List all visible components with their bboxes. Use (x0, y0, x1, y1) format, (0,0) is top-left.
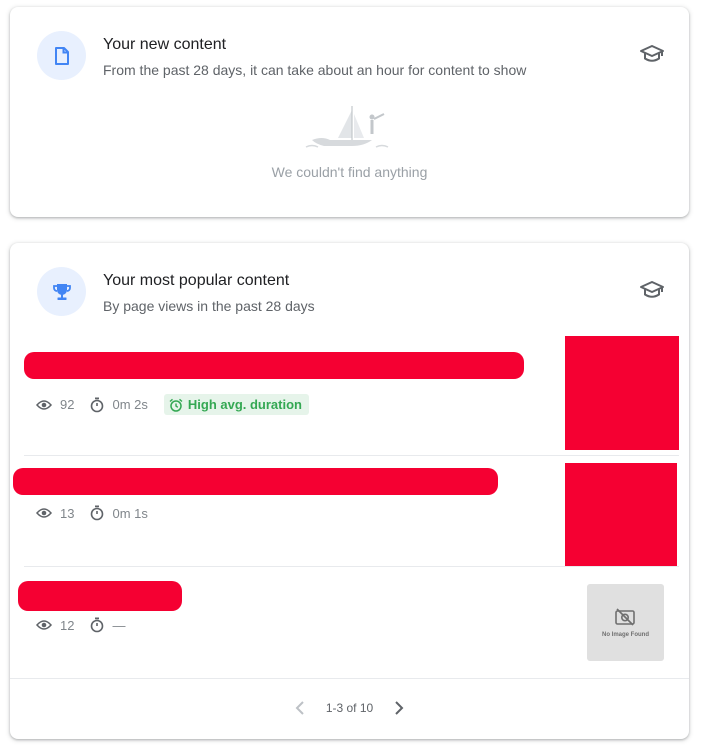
redacted-title[interactable] (24, 352, 524, 379)
pagination-label: 1-3 of 10 (325, 701, 374, 715)
redacted-thumbnail[interactable] (565, 463, 677, 566)
chevron-right-icon (395, 701, 404, 715)
no-image-icon (615, 608, 635, 626)
empty-state-illustration-icon (305, 106, 389, 148)
item-stats: 92 0m 2s High avg. duration (36, 394, 309, 415)
views-count: 12 (60, 617, 75, 633)
chevron-left-icon (295, 701, 304, 715)
row-divider (24, 566, 679, 567)
popular-content-card: Your most popular content By page views … (10, 243, 689, 739)
new-content-title: Your new content (103, 36, 227, 53)
redacted-title[interactable] (18, 581, 182, 611)
no-image-thumbnail[interactable]: No Image Found (587, 584, 664, 661)
redacted-thumbnail[interactable] (565, 336, 679, 450)
new-content-card: Your new content From the past 28 days, … (10, 7, 689, 217)
timer-icon (90, 397, 104, 413)
eye-icon (36, 619, 52, 631)
views-count: 92 (60, 397, 75, 412)
item-stats: 13 0m 1s (36, 505, 164, 521)
learn-more-icon[interactable] (639, 43, 665, 65)
badge-label: High avg. duration (187, 397, 302, 412)
item-stats: 12 — (36, 617, 141, 633)
popular-content-subtitle: By page views in the past 28 days (103, 298, 315, 314)
timer-icon (90, 505, 104, 521)
new-content-subtitle: From the past 28 days, it can take about… (103, 62, 527, 78)
row-divider (24, 455, 679, 456)
avg-duration: 0m 2s (112, 397, 148, 412)
alarm-icon (169, 398, 183, 412)
views-count: 13 (60, 505, 75, 521)
empty-state-message: We couldn't find anything (271, 164, 428, 180)
prev-page-button[interactable] (288, 696, 312, 720)
avg-duration: 0m 1s (112, 505, 148, 521)
timer-icon (90, 617, 104, 633)
eye-icon (36, 399, 52, 411)
high-duration-badge: High avg. duration (163, 394, 309, 415)
pagination: 1-3 of 10 (10, 688, 689, 728)
redacted-title[interactable] (13, 468, 498, 495)
document-icon (37, 31, 86, 80)
no-image-label: No Image Found (602, 632, 649, 638)
next-page-button[interactable] (387, 696, 411, 720)
popular-content-title: Your most popular content (103, 272, 290, 289)
eye-icon (36, 507, 52, 519)
trophy-icon (37, 267, 86, 316)
pagination-divider (10, 678, 689, 679)
avg-duration: — (112, 617, 126, 633)
learn-more-icon[interactable] (639, 279, 665, 301)
